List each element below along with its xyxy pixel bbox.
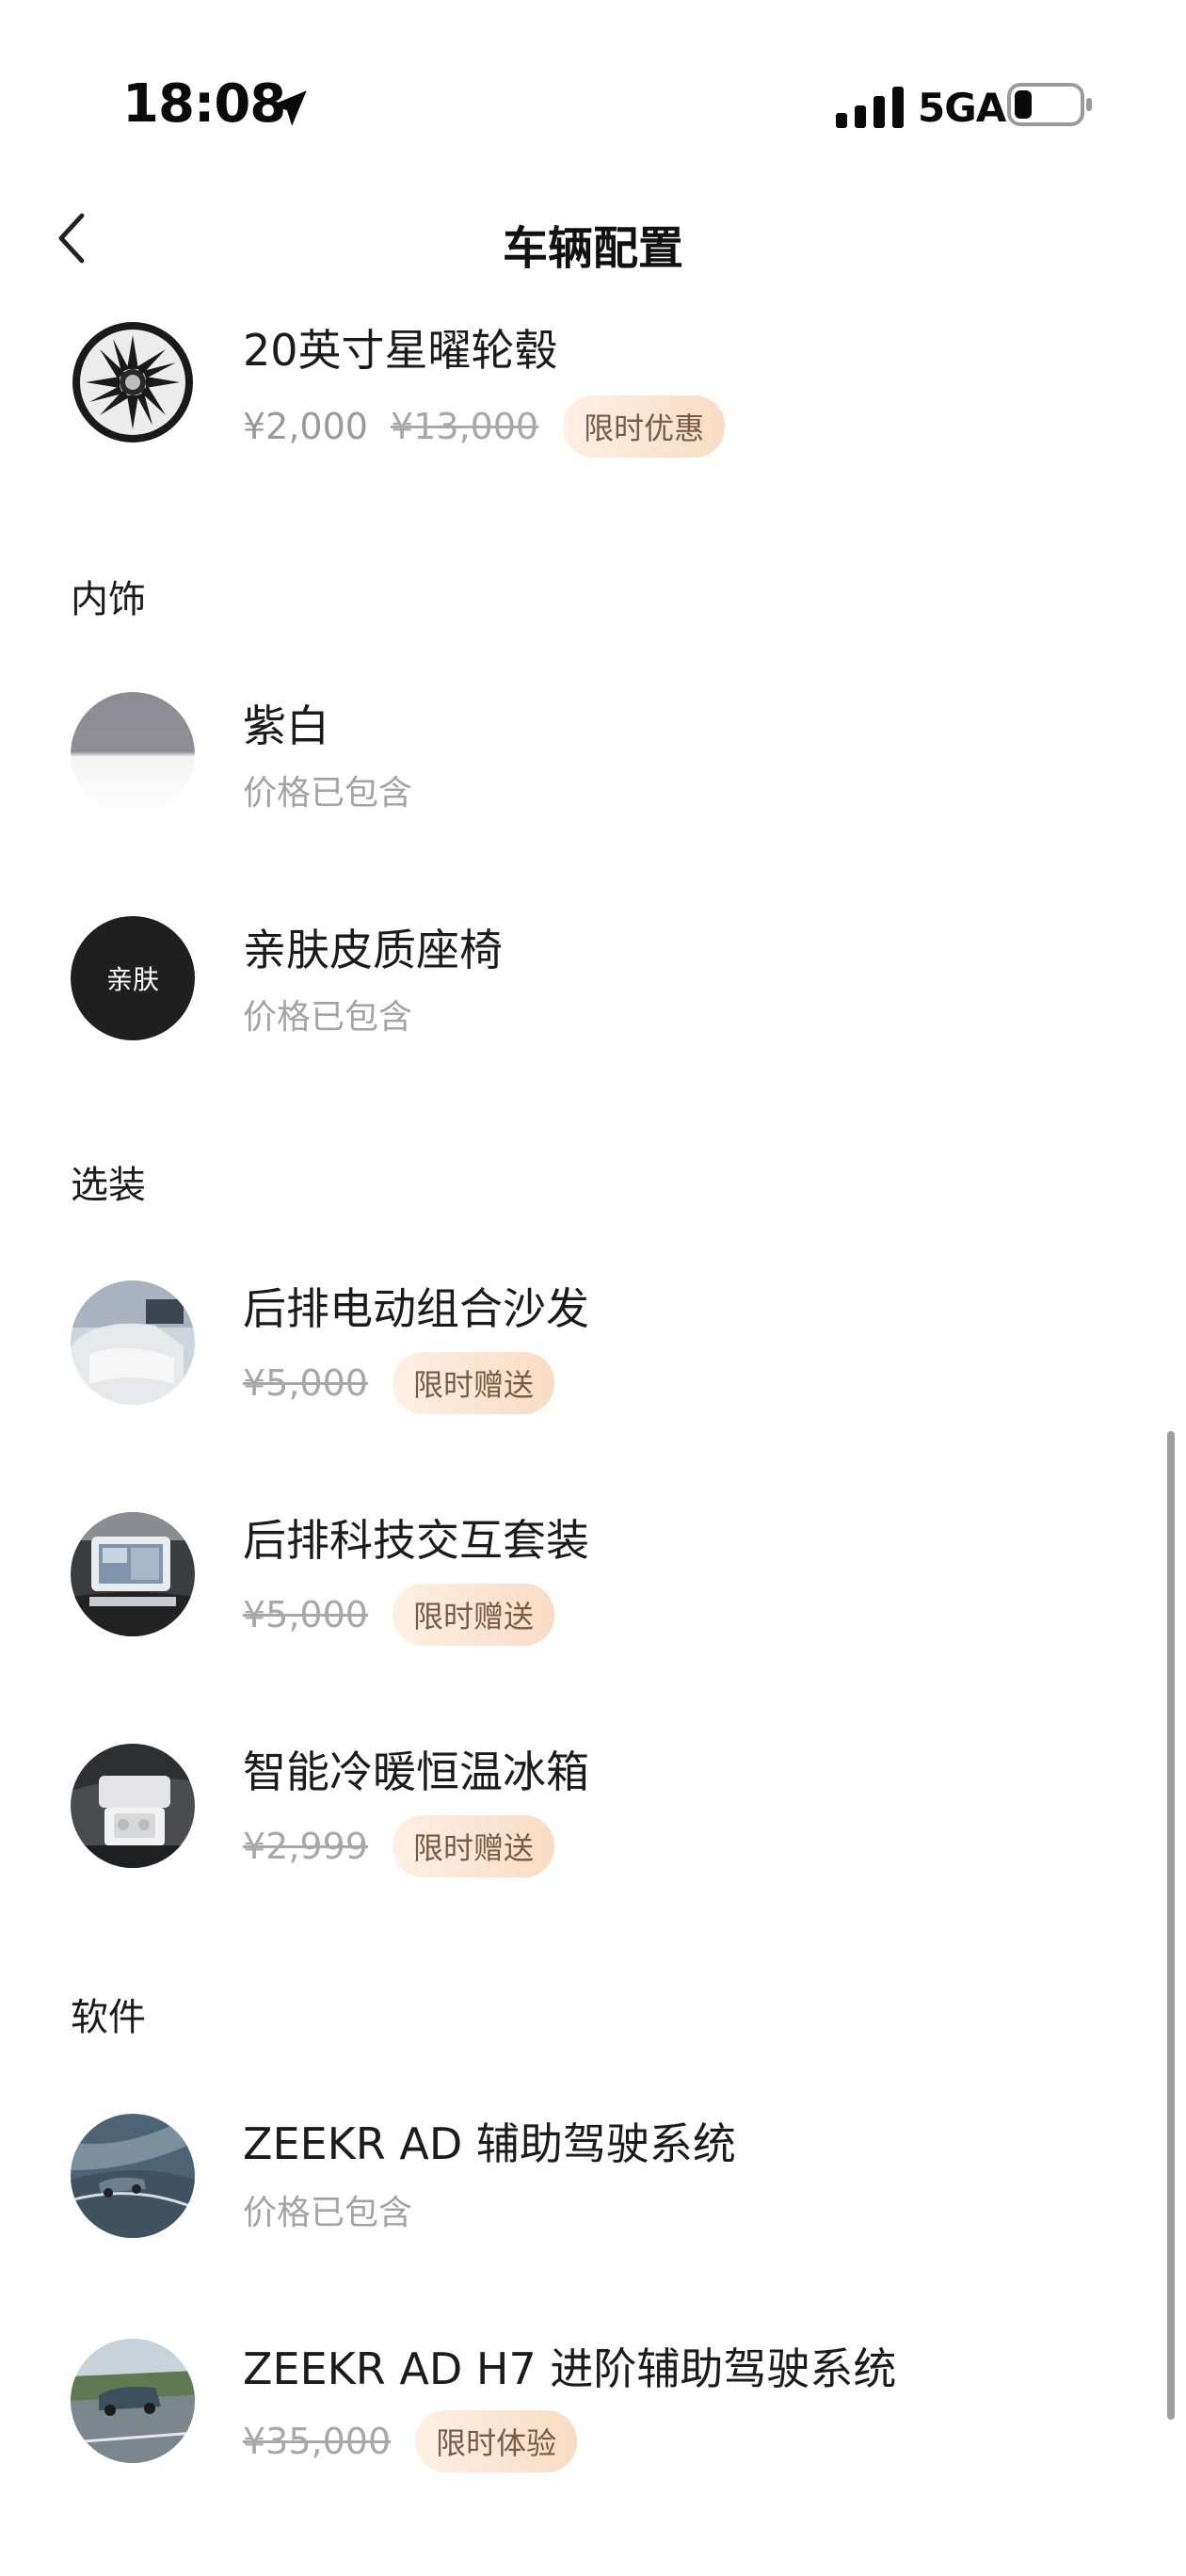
section-interior-label: 内饰	[71, 578, 146, 621]
item-title: 紫白	[243, 700, 329, 751]
network-type-label: 5GA	[918, 85, 1006, 131]
item-title: 20英寸星曜轮毂	[243, 325, 558, 376]
item-title: 后排科技交互套装	[243, 1515, 589, 1566]
item-title: ZEEKR AD 辅助驾驶系统	[243, 2118, 736, 2169]
config-item-zeekr-ad-h7[interactable]: ZEEKR AD H7 进阶辅助驾驶系统 ¥35,000 限时体验	[0, 2339, 1186, 2527]
config-item-interior-color[interactable]: 紫白 价格已包含	[0, 692, 1186, 880]
promo-badge: 限时赠送	[392, 1815, 554, 1877]
original-price: ¥5,000	[243, 1362, 368, 1404]
price-row: ¥5,000 限时赠送	[243, 1352, 554, 1414]
item-title: ZEEKR AD H7 进阶辅助驾驶系统	[243, 2343, 897, 2394]
vertical-scrollbar[interactable]	[1167, 1431, 1175, 2420]
status-time: 18:08	[122, 73, 286, 135]
seat-material-thumbnail: 亲肤	[71, 916, 195, 1040]
rear-tech-kit-thumbnail	[71, 1512, 195, 1636]
item-title: 亲肤皮质座椅	[243, 925, 503, 975]
item-title: 智能冷暖恒温冰箱	[243, 1747, 589, 1797]
battery-icon	[1007, 83, 1092, 126]
nav-bar: 车辆配置	[0, 188, 1186, 292]
price-row: ¥35,000 限时体验	[243, 2410, 578, 2472]
seat-thumb-label: 亲肤	[105, 964, 159, 995]
item-title: 后排电动组合沙发	[243, 1283, 589, 1334]
price-row: 价格已包含	[243, 765, 412, 814]
config-item-seat[interactable]: 亲肤 亲肤皮质座椅 价格已包含	[0, 916, 1186, 1104]
config-item-fridge[interactable]: 智能冷暖恒温冰箱 ¥2,999 限时赠送	[0, 1744, 1186, 1932]
config-item-rear-tech-kit[interactable]: 后排科技交互套装 ¥5,000 限时赠送	[0, 1512, 1186, 1700]
page-title: 车辆配置	[502, 222, 683, 275]
price-included-text: 价格已包含	[243, 998, 413, 1037]
price-row: 价格已包含	[243, 990, 412, 1038]
price-row: ¥5,000 限时赠送	[243, 1584, 554, 1646]
promo-badge: 限时优惠	[563, 395, 726, 458]
section-options-label: 选装	[71, 1164, 146, 1207]
price-included-text: 价格已包含	[243, 2194, 413, 2232]
current-price: ¥2,000	[243, 406, 368, 447]
wheel-thumbnail	[71, 320, 195, 444]
price-row: ¥2,000 ¥13,000 限时优惠	[243, 395, 726, 458]
promo-badge: 限时体验	[415, 2410, 578, 2472]
zeekr-ad-thumbnail	[71, 2114, 195, 2238]
original-price: ¥35,000	[243, 2421, 392, 2462]
original-price: ¥13,000	[390, 406, 539, 447]
cellular-signal-icon	[836, 87, 904, 128]
fridge-thumbnail	[71, 1744, 195, 1868]
promo-badge: 限时赠送	[392, 1352, 554, 1414]
price-row: ¥2,999 限时赠送	[243, 1815, 554, 1877]
section-software-label: 软件	[71, 1996, 146, 2039]
config-item-wheel[interactable]: 20英寸星曜轮毂 ¥2,000 ¥13,000 限时优惠	[0, 320, 1186, 508]
config-item-rear-sofa[interactable]: 后排电动组合沙发 ¥5,000 限时赠送	[0, 1280, 1186, 1469]
interior-color-swatch	[71, 692, 195, 816]
promo-badge: 限时赠送	[392, 1584, 554, 1646]
zeekr-ad-h7-thumbnail	[71, 2339, 195, 2463]
location-arrow-icon	[271, 90, 307, 126]
original-price: ¥2,999	[243, 1826, 368, 1867]
config-item-zeekr-ad[interactable]: ZEEKR AD 辅助驾驶系统 价格已包含	[0, 2114, 1186, 2302]
price-row: 价格已包含	[243, 2185, 412, 2234]
original-price: ¥5,000	[243, 1594, 368, 1635]
price-included-text: 价格已包含	[243, 774, 413, 813]
status-bar: 18:08 5GA	[0, 0, 1186, 169]
rear-sofa-thumbnail	[71, 1280, 195, 1405]
